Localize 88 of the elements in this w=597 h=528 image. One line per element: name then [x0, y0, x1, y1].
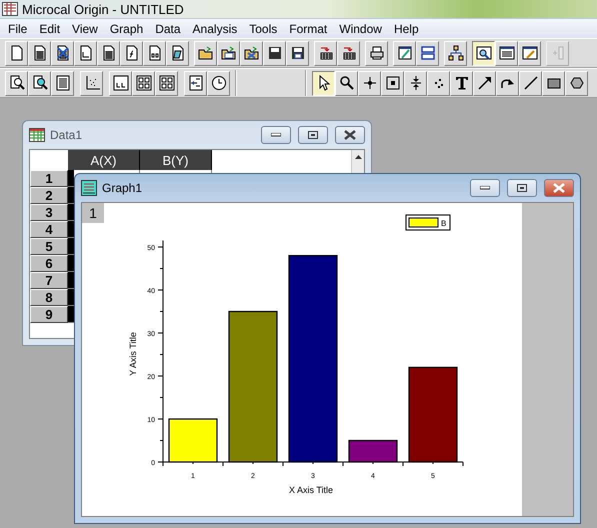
arrow-icon	[476, 75, 492, 91]
column-header[interactable]: B(Y)	[140, 150, 212, 170]
hierarchy-icon	[448, 45, 464, 61]
spreadsheet-icon	[32, 45, 48, 61]
floppy-chart-icon	[290, 45, 306, 61]
menu-item[interactable]: View	[66, 20, 104, 38]
text-tool-icon	[454, 75, 470, 91]
menu-item[interactable]: Window	[333, 20, 388, 38]
table-cell[interactable]	[68, 187, 74, 203]
up-arrow-icon	[354, 155, 362, 159]
restore-icon	[308, 131, 318, 139]
app-icon	[2, 2, 18, 16]
minimize-button[interactable]	[470, 179, 500, 197]
two-panel-icon	[420, 45, 436, 61]
four-panel-layout-icon	[136, 75, 152, 91]
close-icon	[553, 183, 565, 193]
menu-item[interactable]: Analysis	[186, 20, 244, 38]
folder-cross-icon	[244, 45, 260, 61]
crosshair-icon	[362, 75, 378, 91]
function-page-icon	[124, 45, 140, 61]
magnifier-window-icon	[476, 45, 492, 61]
edit-window-icon	[522, 45, 538, 61]
tool-button[interactable]	[312, 70, 335, 96]
row-header[interactable]: 7	[30, 272, 68, 289]
menu-item[interactable]: Edit	[33, 20, 66, 38]
zoom-out-page-icon	[32, 75, 48, 91]
legend-label: B	[441, 219, 446, 228]
import-grid-icon	[318, 45, 334, 61]
close-icon	[344, 130, 356, 140]
row-header[interactable]: 4	[30, 221, 68, 238]
folder-icon	[198, 45, 214, 61]
restore-button[interactable]	[298, 126, 328, 144]
layout-page-icon	[146, 45, 162, 61]
x-axis-title: X Axis Title	[289, 485, 333, 495]
table-cell[interactable]	[68, 204, 74, 220]
line-icon	[522, 75, 538, 91]
minimize-icon	[271, 133, 281, 137]
window-title: Microcal Origin - UNTITLED	[22, 2, 184, 16]
menu-item[interactable]: Tools	[243, 20, 284, 38]
scatter-arrows-icon	[84, 75, 100, 91]
restore-icon	[517, 184, 527, 192]
close-button[interactable]	[335, 126, 365, 144]
magnifier-icon	[338, 75, 354, 91]
layer-tab[interactable]: 1	[82, 203, 104, 223]
window-title: Data1	[50, 128, 84, 142]
row-header[interactable]: 5	[30, 238, 68, 255]
table-window-icon	[498, 45, 514, 61]
minimize-button[interactable]	[261, 126, 291, 144]
blank-page-icon	[8, 45, 24, 61]
zoom-in-page-icon	[8, 75, 24, 91]
selection-square-icon	[384, 75, 400, 91]
row-header[interactable]: 3	[30, 204, 68, 221]
toolbar-button[interactable]	[472, 40, 495, 66]
menu-item[interactable]: Data	[149, 20, 187, 38]
row-header[interactable]: 1	[30, 170, 68, 187]
close-button[interactable]	[544, 179, 574, 197]
printer-icon	[368, 45, 384, 61]
table-cell[interactable]	[68, 221, 74, 237]
minimize-icon	[480, 186, 490, 190]
table-cell[interactable]	[68, 238, 74, 254]
list-window-icon	[54, 75, 70, 91]
row-header[interactable]: 6	[30, 255, 68, 272]
one-panel-layout-icon	[112, 75, 128, 91]
menu-item[interactable]: Graph	[104, 20, 150, 38]
spreadsheet-icon	[100, 45, 116, 61]
spreadsheet-cross-icon	[54, 45, 70, 61]
menu-item[interactable]: Help	[388, 20, 425, 38]
table-cell[interactable]	[68, 306, 74, 322]
window-title: Graph1	[102, 181, 144, 195]
table-cell[interactable]	[68, 289, 74, 305]
worksheet-icon	[29, 128, 45, 142]
menu-item[interactable]: Format	[283, 20, 334, 38]
import-grid-icon	[340, 45, 356, 61]
folder-chart-icon	[220, 45, 236, 61]
row-header[interactable]: 9	[30, 306, 68, 323]
column-header[interactable]: A(X)	[68, 150, 140, 170]
y-axis-title: Y Axis Title	[128, 332, 138, 376]
restore-button[interactable]	[507, 179, 537, 197]
row-header[interactable]: 8	[30, 289, 68, 306]
row-header[interactable]: 2	[30, 187, 68, 204]
chart-page-icon	[78, 45, 94, 61]
table-cell[interactable]	[68, 272, 74, 288]
table-cell[interactable]	[68, 170, 74, 186]
menu-item[interactable]: File	[2, 20, 34, 38]
clock-icon	[210, 75, 226, 91]
graph-window-icon	[81, 180, 97, 196]
pen-window-icon	[396, 45, 412, 61]
table-cell[interactable]	[68, 255, 74, 271]
